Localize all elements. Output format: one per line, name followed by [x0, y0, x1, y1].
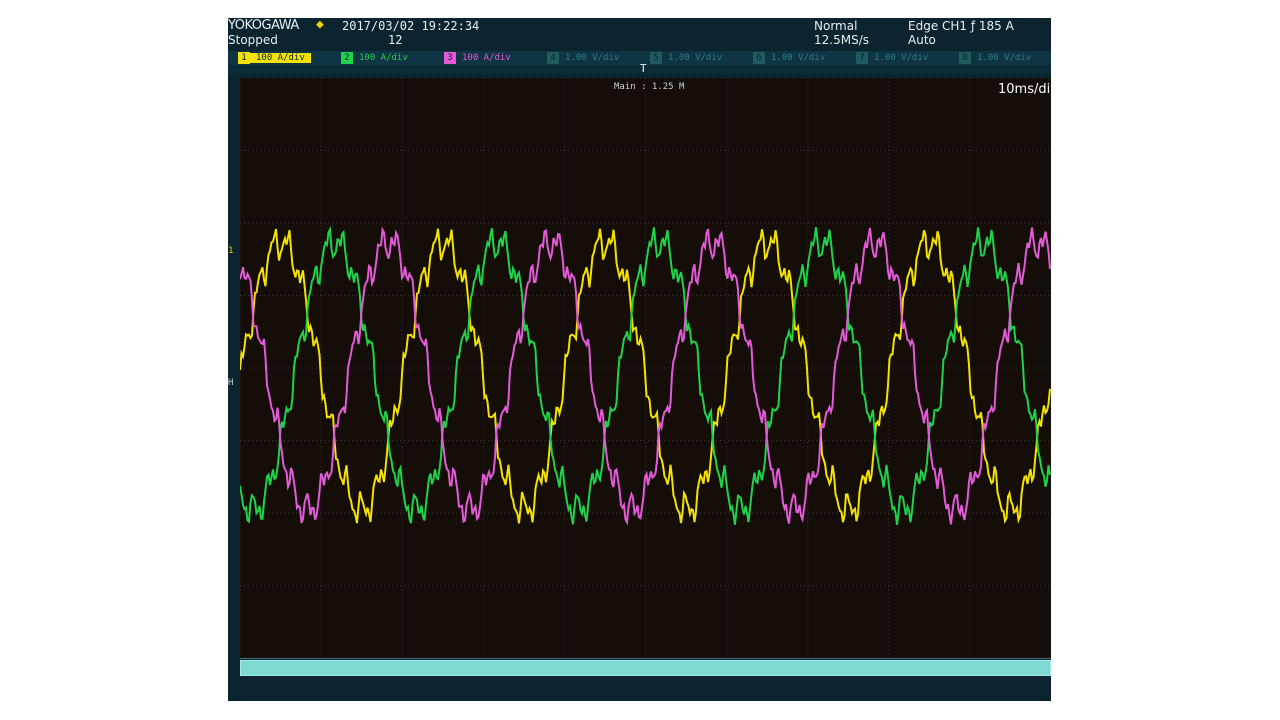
channel-3-scale[interactable]: 3 100 A/div	[444, 52, 517, 64]
channel-5-label: 1.00 V/div	[668, 53, 723, 63]
channel-2-label: 100 A/div	[359, 53, 408, 63]
channel-6-scale[interactable]: 6 1.00 V/div	[753, 52, 831, 64]
trigger-level-marker: H	[228, 378, 234, 388]
trigger-position-marker: T	[640, 62, 647, 75]
channel-2-number: 2	[341, 52, 353, 64]
oscilloscope-screen: YOKOGAWA ◆ Stopped 2017/03/02 19:22:34 1…	[228, 18, 1051, 701]
zoom-overview-bar[interactable]	[240, 658, 1051, 679]
channel-6-number: 6	[753, 52, 765, 64]
channel-6-label: 1.00 V/div	[771, 53, 826, 63]
channel-4-label: 1.00 V/div	[565, 53, 620, 63]
channel-1-number: 1	[238, 52, 250, 64]
time-per-division: 10ms/div	[998, 82, 1051, 97]
channel-7-label: 1.00 V/div	[874, 53, 929, 63]
trigger-setting: Edge CH1 ƒ 185 A	[908, 19, 1014, 33]
channel-3-number: 3	[444, 52, 456, 64]
overview-window[interactable]	[240, 660, 1051, 676]
channel-5-scale[interactable]: 5 1.00 V/div	[650, 52, 728, 64]
brand-logo: YOKOGAWA	[228, 18, 299, 33]
channel-8-scale[interactable]: 8 1.00 V/div	[959, 52, 1037, 64]
channel-7-number: 7	[856, 52, 868, 64]
acquisition-count: 12	[388, 33, 403, 47]
trigger-mode: Normal	[814, 19, 858, 33]
channel-8-label: 1.00 V/div	[977, 53, 1032, 63]
channel-5-number: 5	[650, 52, 662, 64]
datetime-readout: 2017/03/02 19:22:34	[342, 19, 480, 33]
channel-4-scale[interactable]: 4 1.00 V/div	[547, 52, 625, 64]
channel-2-scale[interactable]: 2 100 A/div	[341, 52, 414, 64]
channel-1-label: 100 A/div	[250, 53, 311, 63]
waveform-plot	[239, 77, 1051, 659]
channel-7-scale[interactable]: 7 1.00 V/div	[856, 52, 934, 64]
channel-3-label: 100 A/div	[462, 53, 511, 63]
level-marker-strip: 1 H	[228, 78, 240, 658]
main-record-length: Main : 1.25 M	[614, 82, 685, 92]
channel-4-number: 4	[547, 52, 559, 64]
trigger-sub-mode: Auto	[908, 33, 936, 47]
sample-rate: 12.5MS/s	[814, 33, 869, 47]
status-header: YOKOGAWA ◆ Stopped 2017/03/02 19:22:34 1…	[228, 18, 1051, 52]
brand-diamond-icon: ◆	[316, 18, 324, 32]
bottom-bezel	[228, 678, 1051, 701]
waveform-display[interactable]	[239, 77, 1051, 659]
channel-8-number: 8	[959, 52, 971, 64]
acquisition-status: Stopped	[228, 33, 278, 47]
channel-1-scale[interactable]: 1 100 A/div	[238, 52, 311, 64]
channel-1-level-marker: 1	[228, 246, 234, 256]
